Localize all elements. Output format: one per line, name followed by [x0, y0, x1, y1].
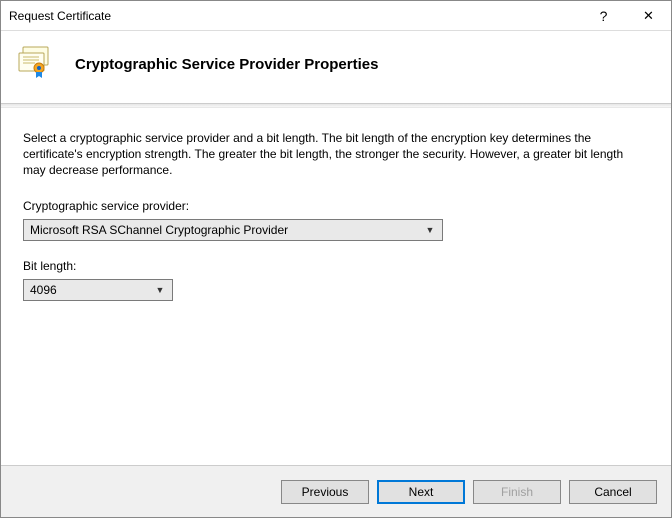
- close-icon: ✕: [643, 8, 654, 24]
- provider-value: Microsoft RSA SChannel Cryptographic Pro…: [30, 223, 288, 237]
- window-title: Request Certificate: [9, 9, 111, 23]
- cancel-button[interactable]: Cancel: [569, 480, 657, 504]
- page-heading: Cryptographic Service Provider Propertie…: [75, 56, 378, 73]
- certificate-icon: [17, 43, 59, 85]
- provider-dropdown[interactable]: Microsoft RSA SChannel Cryptographic Pro…: [23, 219, 443, 241]
- titlebar: Request Certificate ? ✕: [1, 1, 671, 31]
- provider-label: Cryptographic service provider:: [23, 199, 649, 213]
- bitlength-value: 4096: [30, 283, 57, 297]
- dialog-window: Request Certificate ? ✕: [0, 0, 672, 518]
- bitlength-dropdown[interactable]: 4096 ▼: [23, 279, 173, 301]
- chevron-down-icon: ▼: [422, 225, 438, 235]
- bitlength-label: Bit length:: [23, 259, 649, 273]
- chevron-down-icon: ▼: [152, 285, 168, 295]
- description-text: Select a cryptographic service provider …: [23, 130, 643, 179]
- header: Cryptographic Service Provider Propertie…: [1, 31, 671, 103]
- button-bar: Previous Next Finish Cancel: [1, 465, 671, 517]
- finish-button[interactable]: Finish: [473, 480, 561, 504]
- help-button[interactable]: ?: [581, 1, 626, 31]
- help-icon: ?: [600, 8, 608, 24]
- close-button[interactable]: ✕: [626, 1, 671, 31]
- content-area: Select a cryptographic service provider …: [1, 108, 671, 465]
- previous-button[interactable]: Previous: [281, 480, 369, 504]
- next-button[interactable]: Next: [377, 480, 465, 504]
